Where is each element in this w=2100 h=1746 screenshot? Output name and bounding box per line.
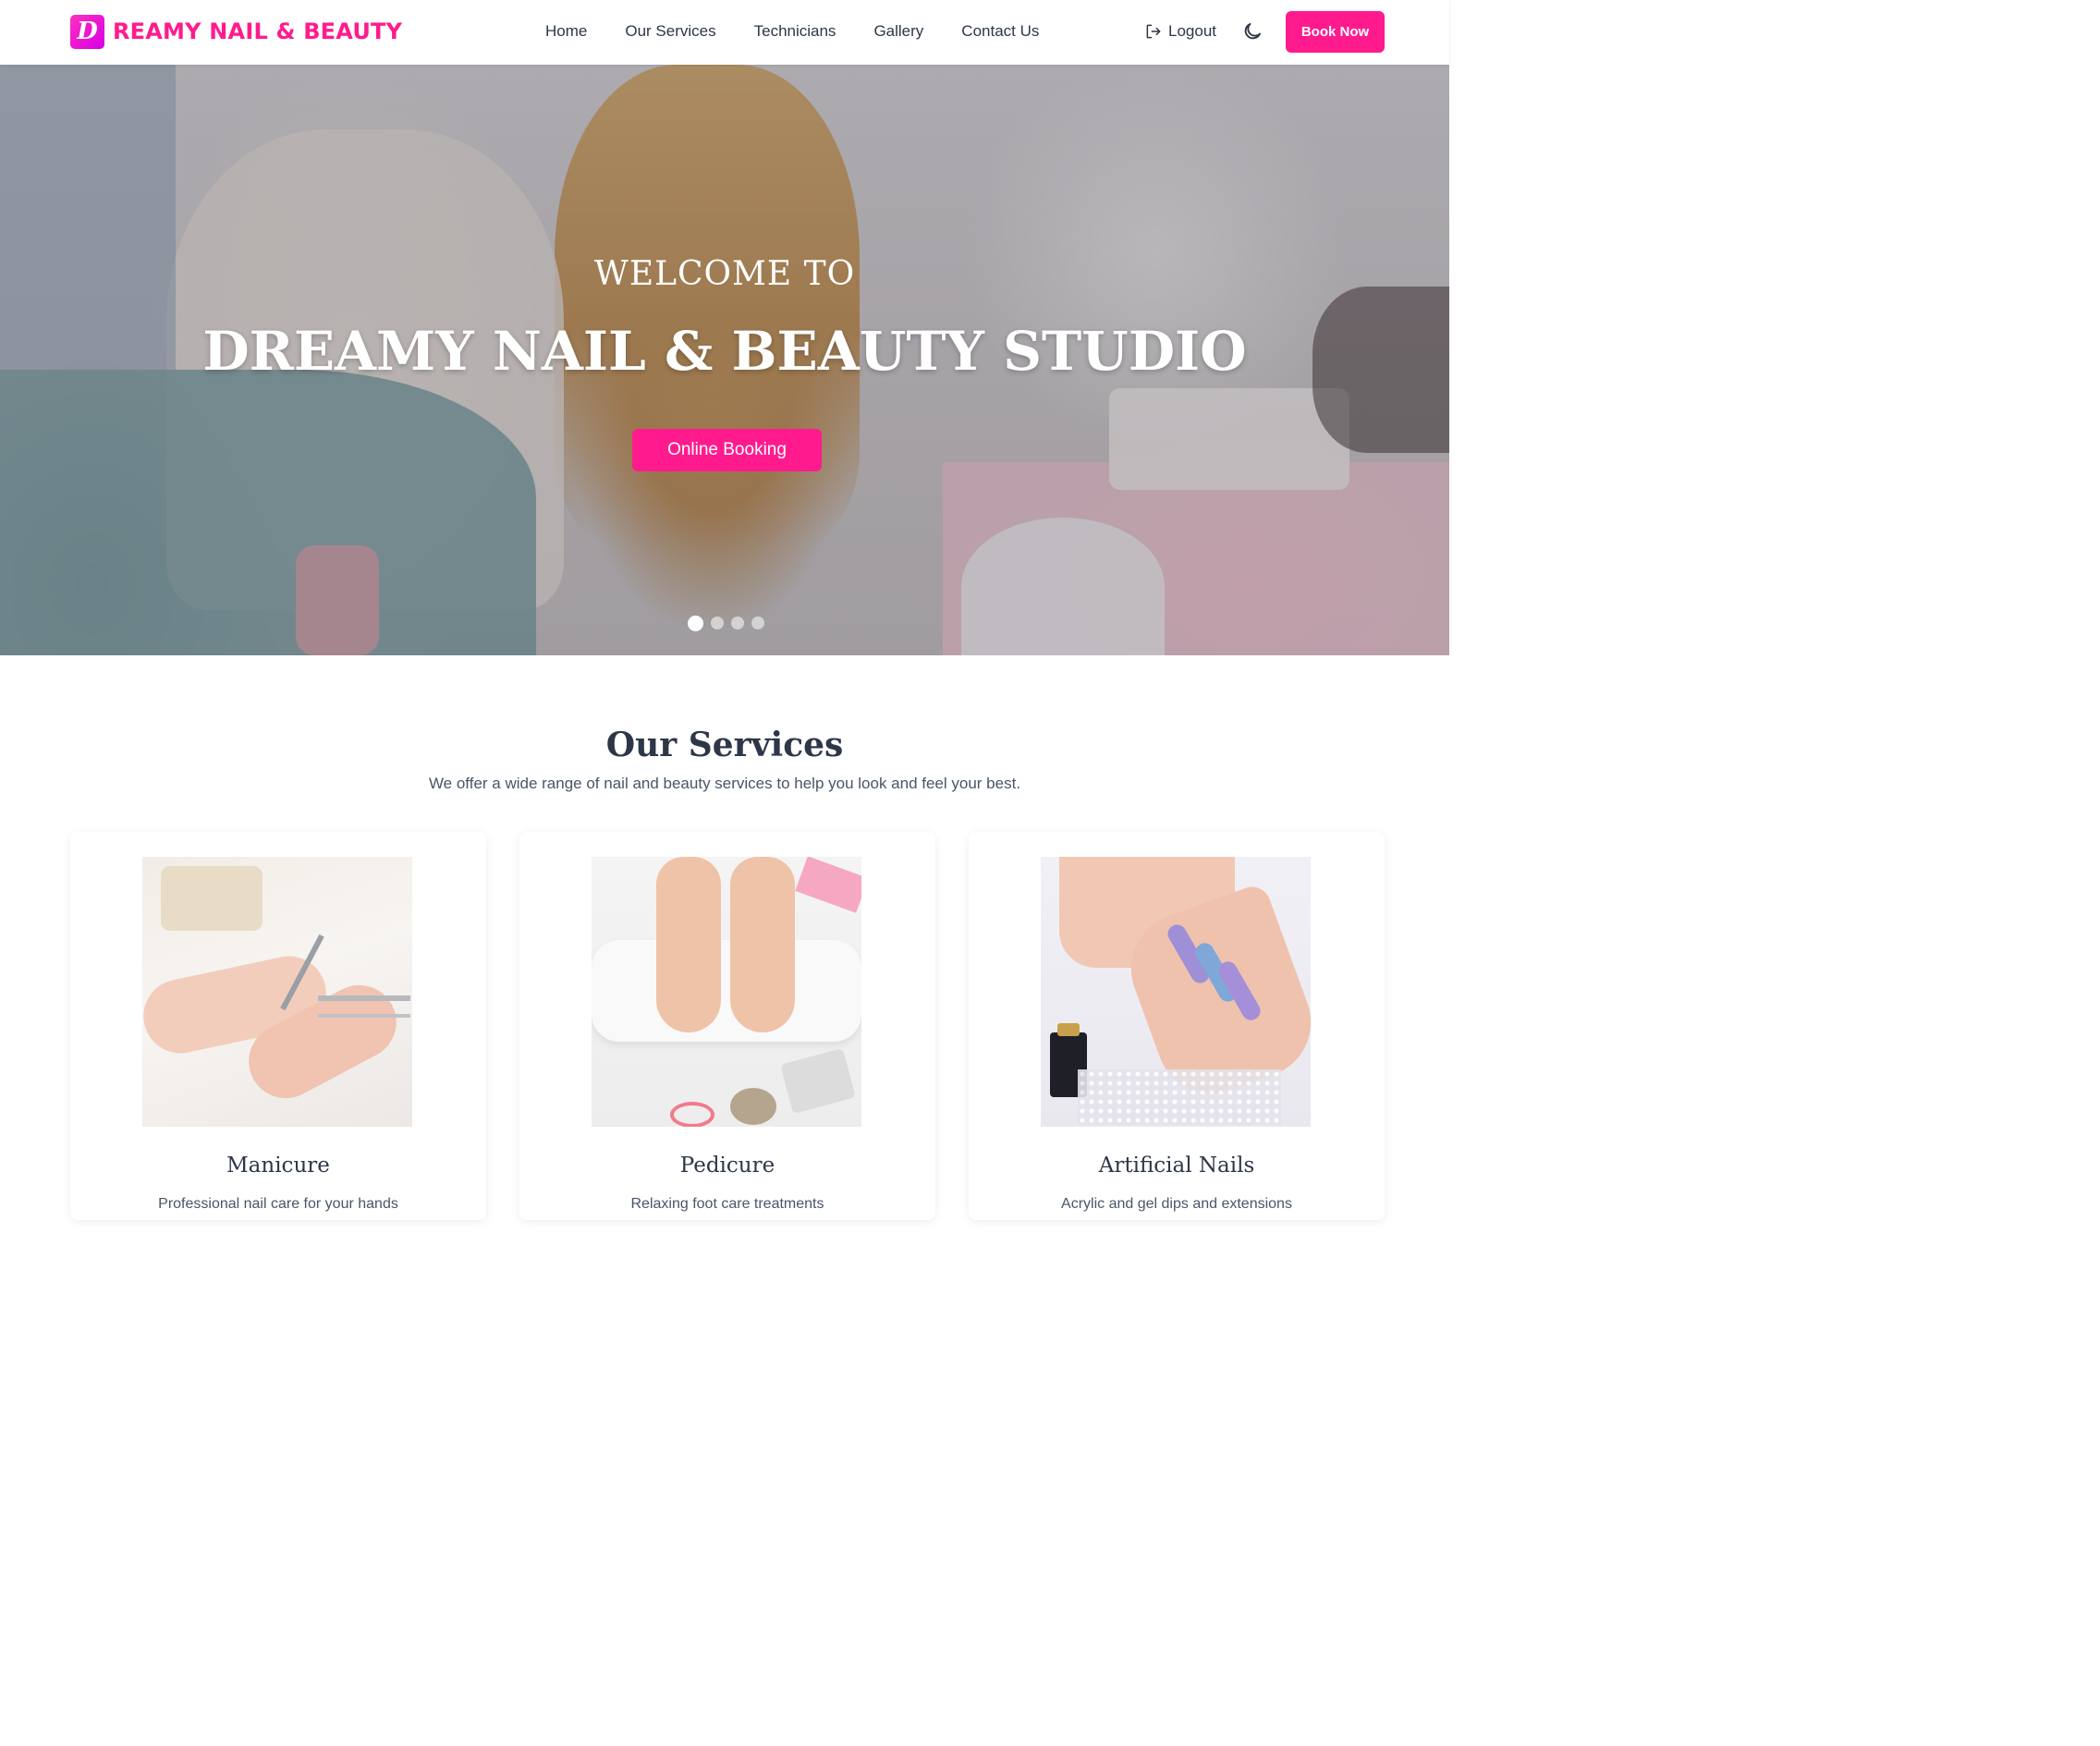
service-card-manicure[interactable]: Manicure Professional nail care for your… — [70, 832, 486, 1220]
artificial-nails-image — [1041, 857, 1311, 1127]
hero-title: DREAMY NAIL & BEAUTY STUDIO — [202, 320, 1247, 383]
nav-link-technicians[interactable]: Technicians — [741, 22, 836, 41]
navbar: D REAMY NAIL & BEAUTY Home Our Services … — [0, 0, 1449, 65]
nav-link-home[interactable]: Home — [532, 22, 587, 41]
card-description: Professional nail care for your hands — [158, 1196, 398, 1212]
nav-links: Home Our Services Technicians Gallery Co… — [532, 20, 1064, 43]
moon-icon — [1244, 23, 1261, 40]
theme-toggle-button[interactable] — [1241, 20, 1264, 43]
logout-icon — [1146, 24, 1161, 39]
logout-label: Logout — [1168, 22, 1216, 40]
card-title: Artificial Nails — [1098, 1154, 1255, 1178]
card-description: Acrylic and gel dips and extensions — [1061, 1196, 1292, 1212]
pedicure-image — [592, 857, 861, 1127]
brand-name: REAMY NAIL & BEAUTY — [113, 18, 403, 44]
carousel-dot-1[interactable] — [688, 615, 703, 631]
nav-link-gallery[interactable]: Gallery — [861, 22, 923, 41]
brand[interactable]: D REAMY NAIL & BEAUTY — [70, 14, 402, 49]
card-description: Relaxing foot care treatments — [630, 1196, 824, 1212]
online-booking-button[interactable]: Online Booking — [632, 429, 822, 471]
book-now-button[interactable]: Book Now — [1286, 11, 1385, 53]
card-title: Pedicure — [679, 1154, 775, 1178]
carousel-dot-4[interactable] — [751, 617, 764, 629]
services-title: Our Services — [605, 726, 844, 764]
manicure-image — [142, 857, 412, 1127]
card-title: Manicure — [226, 1154, 330, 1178]
carousel-dot-3[interactable] — [731, 617, 744, 629]
nav-link-our-services[interactable]: Our Services — [612, 22, 715, 41]
services-subtitle: We offer a wide range of nail and beauty… — [428, 775, 1021, 792]
nav-link-contact-us[interactable]: Contact Us — [948, 22, 1039, 41]
hero-carousel: WELCOME TO DREAMY NAIL & BEAUTY STUDIO O… — [0, 65, 1449, 655]
logout-button[interactable]: Logout — [1144, 20, 1216, 43]
service-card-artificial-nails[interactable]: Artificial Nails Acrylic and gel dips an… — [969, 832, 1385, 1220]
carousel-indicators — [688, 615, 764, 631]
service-card-pedicure[interactable]: Pedicure Relaxing foot care treatments — [519, 832, 935, 1220]
brand-logo-icon: D — [70, 14, 104, 49]
carousel-dot-2[interactable] — [711, 617, 724, 629]
brand-logo-letter: D — [77, 18, 98, 45]
hero-subtitle: WELCOME TO — [593, 255, 856, 293]
